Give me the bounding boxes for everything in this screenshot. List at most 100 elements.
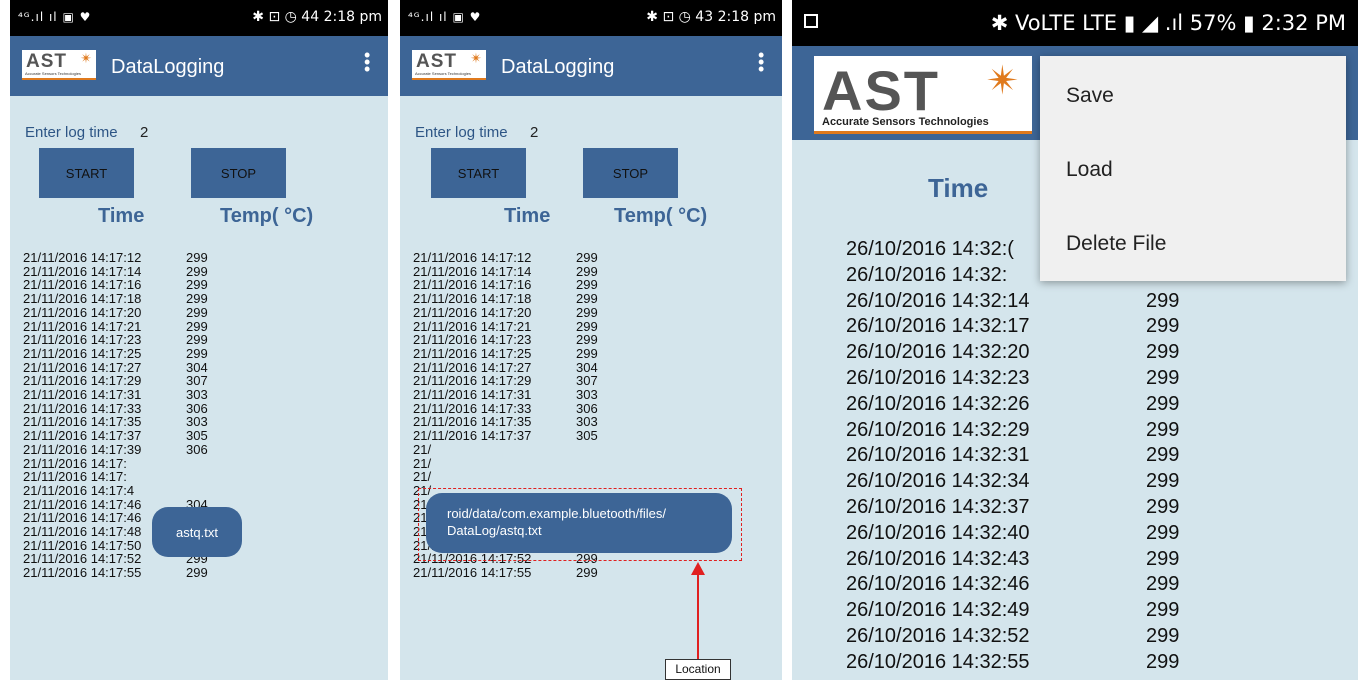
list-item: 26/10/2016 14:32:20 299 bbox=[846, 340, 1179, 366]
timestamp: 21/11/2016 14:17:25 bbox=[413, 345, 532, 361]
list-item: 21/11/2016 14:17:14 299 bbox=[413, 264, 598, 279]
list-item: 26/10/2016 14:32:55 299 bbox=[846, 650, 1179, 676]
timestamp: 21/11/2016 14:17:55 bbox=[413, 565, 532, 581]
timestamp: 26/10/2016 14:32:34 bbox=[846, 470, 1030, 493]
timestamp: 21/11/2016 14:17:31 bbox=[23, 387, 142, 403]
list-item: 26/10/2016 14:32:49 299 bbox=[846, 598, 1179, 624]
timestamp: 26/10/2016 14:32:40 bbox=[846, 521, 1030, 544]
timestamp: 21/ bbox=[413, 441, 432, 457]
toast: roid/data/com.example.bluetooth/files/ D… bbox=[426, 493, 732, 553]
list-item: 21/11/2016 14:17:25 299 bbox=[413, 347, 598, 361]
menu-item-save[interactable]: Save bbox=[1066, 84, 1114, 108]
log-list: 26/10/2016 14:32:(26/10/2016 14:32: 26/10… bbox=[846, 237, 1179, 676]
log-time-input[interactable]: 2 bbox=[530, 124, 538, 141]
temperature-value: 299 bbox=[1146, 341, 1180, 364]
timestamp: 21/11/2016 14:17:21 bbox=[413, 318, 532, 334]
timestamp: 21/11/2016 14:17:27 bbox=[413, 359, 532, 375]
overflow-menu-icon[interactable]: • • • bbox=[758, 46, 764, 78]
timestamp: 21/11/2016 14:17:37 bbox=[413, 428, 532, 444]
list-item: 21/11/2016 14:17:20 299 bbox=[413, 305, 598, 320]
list-item: 21/11/2016 14:17:14 299 bbox=[23, 264, 208, 279]
list-item: 21/11/2016 14:17: bbox=[23, 470, 208, 484]
list-item: 21/11/2016 14:17:16 299 bbox=[413, 278, 598, 292]
list-item: 21/11/2016 14:17:20 299 bbox=[23, 305, 208, 320]
timestamp: 21/11/2016 14:17:25 bbox=[23, 345, 142, 361]
menu-item-delete-file[interactable]: Delete File bbox=[1066, 232, 1166, 256]
list-item: 21/11/2016 14:17:23 299 bbox=[23, 333, 208, 347]
annotation-label: Location bbox=[665, 659, 731, 680]
timestamp: 21/11/2016 14:17:16 bbox=[413, 277, 532, 293]
start-button[interactable]: START bbox=[39, 148, 134, 198]
timestamp: 21/11/2016 14:17:23 bbox=[23, 332, 142, 348]
log-time-input[interactable]: 2 bbox=[140, 124, 148, 141]
timestamp: 26/10/2016 14:32:26 bbox=[846, 392, 1030, 415]
list-item: 21/11/2016 14:17:25 299 bbox=[23, 347, 208, 361]
temperature-value: 299 bbox=[1146, 650, 1180, 673]
timestamp: 26/10/2016 14:32:55 bbox=[846, 650, 1030, 673]
timestamp: 21/11/2016 14:17:39 bbox=[23, 441, 142, 457]
timestamp: 21/11/2016 14:17:23 bbox=[413, 332, 532, 348]
timestamp: 21/11/2016 14:17:35 bbox=[413, 414, 532, 430]
list-item: 21/11/2016 14:17:35 303 bbox=[413, 415, 598, 429]
log-time-label: Enter log time bbox=[25, 124, 118, 141]
list-item: 26/10/2016 14:32:37 299 bbox=[846, 495, 1179, 521]
list-item: 26/10/2016 14:32:34 299 bbox=[846, 469, 1179, 495]
temperature-value: 306 bbox=[186, 441, 208, 457]
timestamp: 21/11/2016 14:17:18 bbox=[23, 291, 142, 307]
timestamp: 21/11/2016 14:17:12 bbox=[23, 250, 142, 265]
phone-screen-1: ⁴ᴳ.ıl ıl ▣ ♥ ✱ ⊡ ◷ 44 2:18 pm AST ✴ Accu… bbox=[10, 0, 388, 680]
status-bar: ✱ VoLTE LTE ▮ ◢ .ıl 57% ▮ 2:32 PM bbox=[792, 0, 1358, 46]
timestamp: 21/11/2016 14:17:18 bbox=[413, 291, 532, 307]
time-column-header: Time bbox=[504, 205, 551, 227]
time-column-header: Time bbox=[928, 173, 989, 203]
image-notification-icon bbox=[804, 14, 818, 28]
menu-item-load[interactable]: Load bbox=[1066, 158, 1113, 182]
list-item: 21/11/2016 14:17:12 299 bbox=[23, 251, 208, 265]
timestamp: 21/11/2016 14:17: bbox=[23, 469, 127, 485]
app-logo: AST ✴ Accurate Sensors Technologies bbox=[22, 50, 96, 80]
temperature-value: 299 bbox=[1146, 315, 1180, 338]
list-item: 21/11/2016 14:17:31 303 bbox=[23, 388, 208, 402]
toast-line-2: DataLog/astq.txt bbox=[447, 523, 542, 538]
temperature-value: 299 bbox=[1146, 392, 1180, 415]
status-right: ✱ ⊡ ◷ 43 2:18 pm bbox=[646, 9, 776, 25]
toast-line-1: roid/data/com.example.bluetooth/files/ bbox=[447, 506, 666, 521]
timestamp: 21/11/2016 14:17:33 bbox=[413, 400, 532, 416]
timestamp: 26/10/2016 14:32:49 bbox=[846, 599, 1030, 622]
status-right: ✱ ⊡ ◷ 44 2:18 pm bbox=[252, 9, 382, 25]
timestamp: 21/11/2016 14:17:35 bbox=[23, 414, 142, 430]
timestamp: 21/11/2016 14:17:29 bbox=[23, 373, 142, 389]
list-item: 21/ bbox=[413, 456, 598, 471]
star-icon: ✴ bbox=[80, 50, 92, 66]
temperature-value: 299 bbox=[1146, 470, 1180, 493]
timestamp: 26/10/2016 14:32:14 bbox=[846, 289, 1030, 312]
overflow-menu-icon[interactable]: • • • bbox=[364, 46, 370, 78]
list-item: 26/10/2016 14:32:52 299 bbox=[846, 624, 1179, 650]
list-item: 21/11/2016 14:17:29 307 bbox=[23, 374, 208, 388]
stop-button[interactable]: STOP bbox=[583, 148, 678, 198]
list-item: 26/10/2016 14:32:14 299 bbox=[846, 289, 1179, 315]
list-item: 21/11/2016 14:17:35 303 bbox=[23, 415, 208, 429]
timestamp: 21/11/2016 14:17:29 bbox=[413, 373, 532, 389]
timestamp: 21/ bbox=[413, 469, 432, 485]
stop-button[interactable]: STOP bbox=[191, 148, 286, 198]
list-item: 21/11/2016 14:17:12 299 bbox=[413, 251, 598, 265]
temperature-value: 299 bbox=[1146, 495, 1180, 518]
temperature-value: 299 bbox=[1146, 599, 1180, 622]
list-item: 21/11/2016 14:17:39 306 bbox=[23, 441, 208, 457]
temperature-value: 299 bbox=[1146, 444, 1180, 467]
timestamp: 26/10/2016 14:32:43 bbox=[846, 547, 1030, 570]
temp-column-header: Temp( °C) bbox=[220, 205, 314, 227]
annotation-arrow bbox=[697, 574, 699, 660]
list-item: 26/10/2016 14:32:46 299 bbox=[846, 572, 1179, 598]
list-item: 21/11/2016 14:17:37 305 bbox=[413, 429, 598, 443]
temperature-value: 305 bbox=[576, 428, 598, 444]
list-item: 21/11/2016 14:17:18 299 bbox=[23, 292, 208, 306]
list-item: 26/10/2016 14:32:26 299 bbox=[846, 392, 1179, 418]
timestamp: 21/11/2016 14:17: bbox=[23, 455, 127, 471]
temperature-value: 299 bbox=[1146, 418, 1180, 441]
timestamp: 26/10/2016 14:32:20 bbox=[846, 341, 1030, 364]
timestamp: 21/11/2016 14:17:12 bbox=[413, 250, 532, 265]
start-button[interactable]: START bbox=[431, 148, 526, 198]
timestamp: 21/11/2016 14:17:21 bbox=[23, 318, 142, 334]
